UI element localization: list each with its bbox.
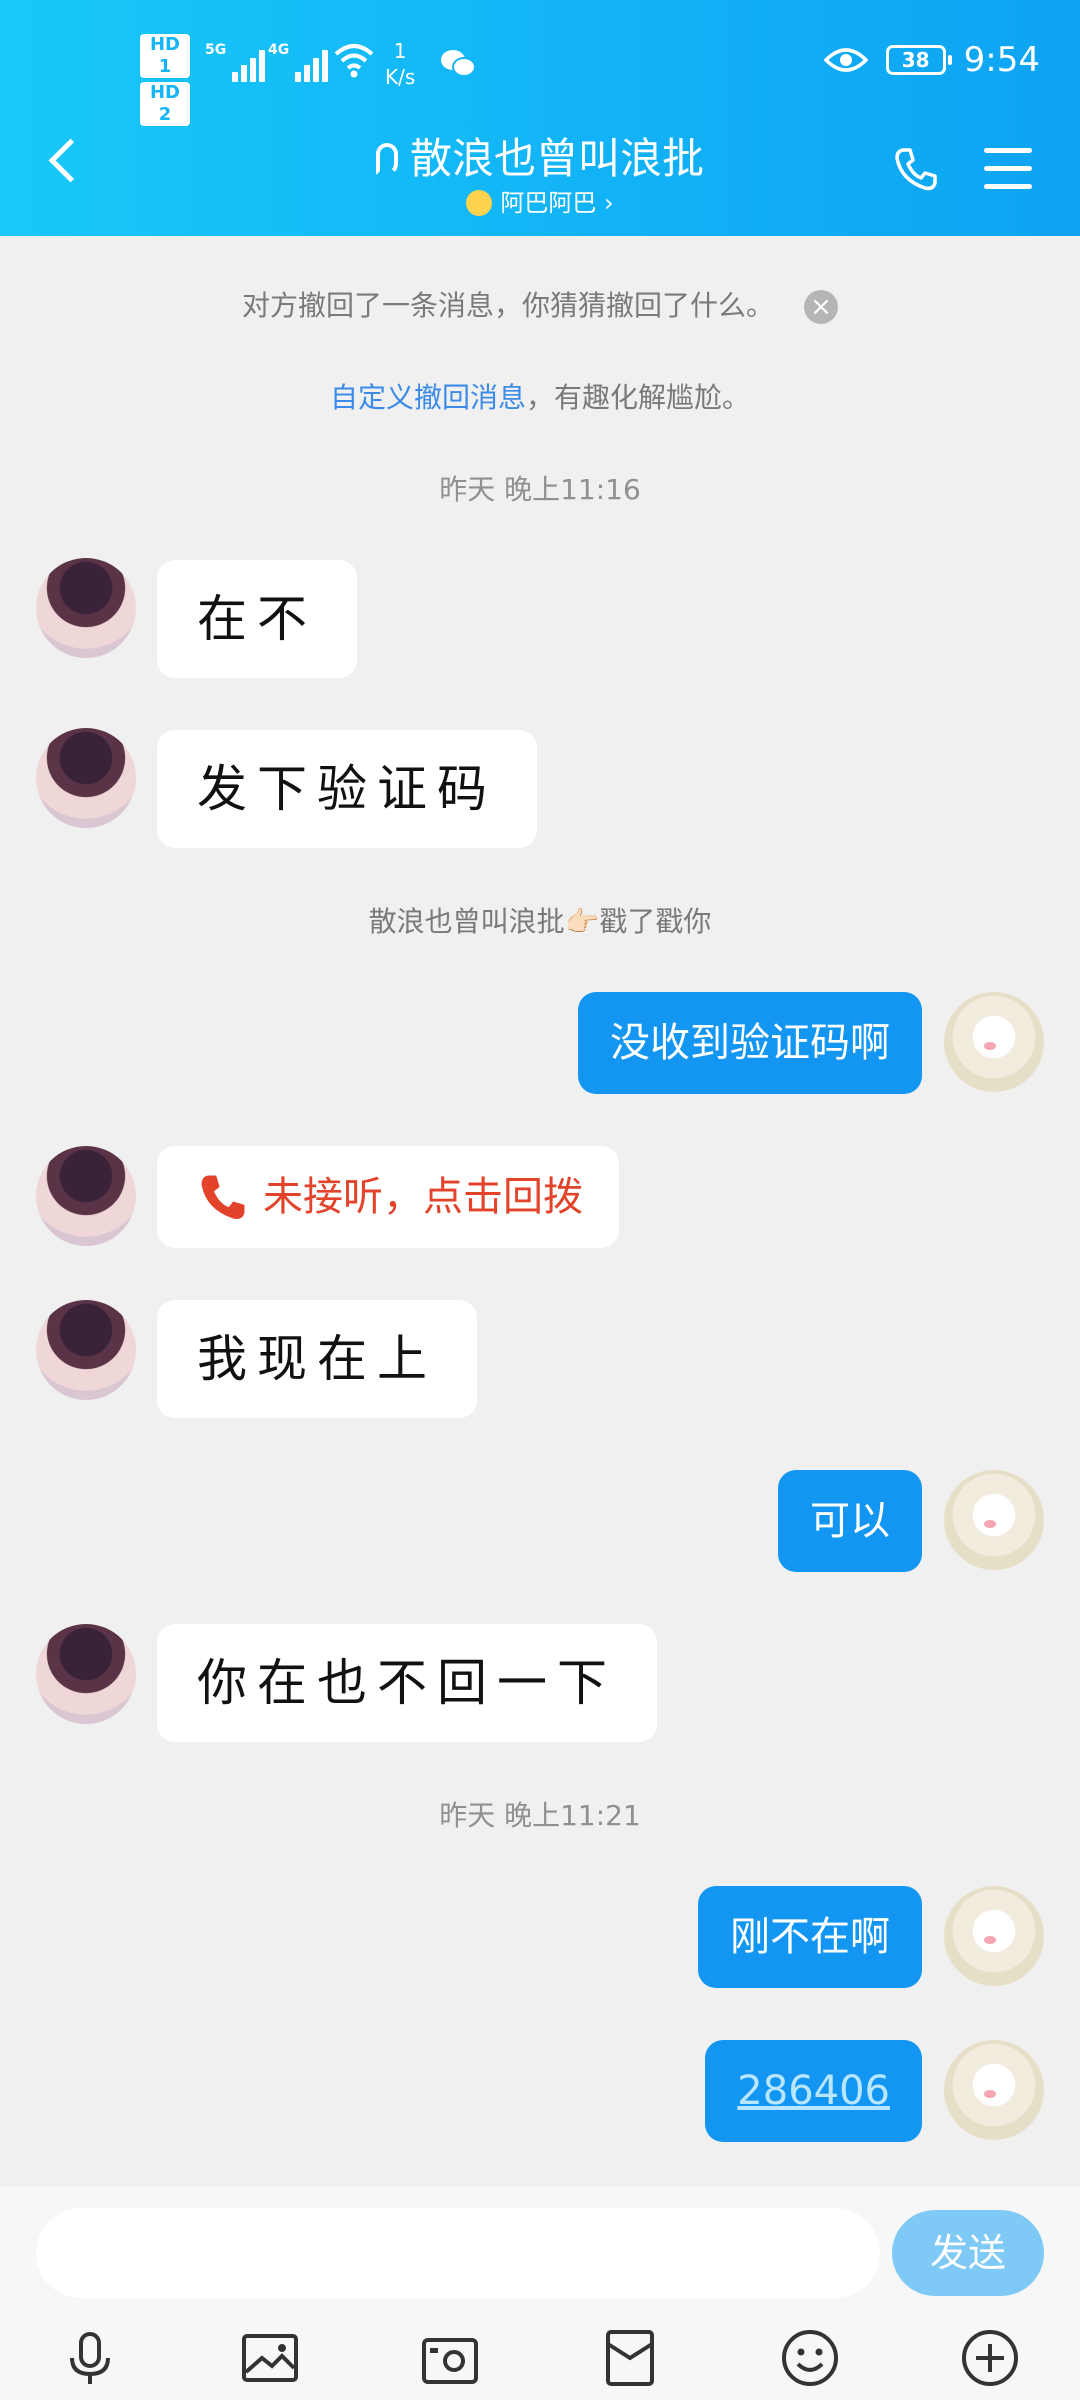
- recall-notice: 对方撤回了一条消息，你猜猜撤回了什么。 ×: [0, 286, 1080, 326]
- emoji-status-icon: [466, 190, 493, 216]
- outgoing-message[interactable]: 286406: [705, 2040, 922, 2142]
- timestamp: 昨天 晚上11:16: [439, 473, 641, 506]
- send-button[interactable]: 发送: [892, 2210, 1044, 2296]
- missed-call-message[interactable]: 未接听，点击回拨: [157, 1146, 619, 1248]
- contact-avatar[interactable]: [36, 728, 136, 828]
- outgoing-message[interactable]: 刚不在啊: [698, 1886, 922, 1988]
- emoji-icon[interactable]: [780, 2328, 840, 2388]
- hd-indicators: HD 1 HD 2: [140, 34, 190, 130]
- phone-call-icon[interactable]: [893, 146, 939, 192]
- user-avatar[interactable]: [944, 1886, 1044, 1986]
- incoming-message[interactable]: 在不: [157, 560, 357, 678]
- clock: 9:54: [963, 40, 1040, 80]
- verification-code-link[interactable]: 286406: [737, 2068, 890, 2114]
- contact-avatar[interactable]: [36, 1624, 136, 1724]
- red-packet-icon[interactable]: [600, 2328, 660, 2388]
- wifi-icon: [334, 44, 374, 78]
- wechat-icon: [441, 50, 476, 77]
- plus-icon[interactable]: [960, 2328, 1020, 2388]
- poke-notice: 散浪也曾叫浪批👉🏻戳了戳你: [368, 905, 712, 938]
- chat-title: 散浪也曾叫浪批: [375, 130, 704, 188]
- user-avatar[interactable]: [944, 992, 1044, 1092]
- signal-4g-icon: 4G: [268, 42, 329, 82]
- status-text: 阿巴阿巴 ›: [500, 189, 614, 217]
- network-speed: 1 K/s: [385, 39, 416, 89]
- signal-5g-icon: 5G: [205, 42, 266, 82]
- chat-area[interactable]: 对方撤回了一条消息，你猜猜撤回了什么。 × 自定义撤回消息，有趣化解尴尬。 昨天 …: [0, 236, 1080, 2186]
- custom-recall-link[interactable]: 自定义撤回消息: [330, 381, 526, 414]
- timestamp: 昨天 晚上11:21: [439, 1799, 641, 1832]
- custom-recall-notice: 自定义撤回消息，有趣化解尴尬。: [329, 381, 751, 414]
- contact-avatar[interactable]: [36, 1300, 136, 1400]
- contact-name: 散浪也曾叫浪批: [409, 134, 704, 183]
- incoming-message[interactable]: 你在也不回一下: [157, 1624, 657, 1742]
- input-bar: 发送: [0, 2186, 1080, 2400]
- status-bar: HD 1 HD 2 5G 4G 1 K/s 38 9:54: [0, 0, 1080, 130]
- status-right: 38 9:54: [823, 40, 1040, 80]
- outgoing-message[interactable]: 可以: [778, 1470, 922, 1572]
- close-icon[interactable]: ×: [804, 290, 838, 324]
- input-toolbar: [0, 2328, 1080, 2388]
- outgoing-message[interactable]: 没收到验证码啊: [578, 992, 922, 1094]
- missed-call-text: 未接听，点击回拨: [263, 1174, 583, 1220]
- camera-icon[interactable]: [420, 2328, 480, 2388]
- incoming-message[interactable]: 发下验证码: [157, 730, 537, 848]
- eye-icon: [823, 48, 868, 72]
- incoming-message[interactable]: 我现在上: [157, 1300, 477, 1418]
- battery-indicator: 38: [885, 45, 952, 75]
- menu-icon[interactable]: [984, 148, 1032, 189]
- image-icon[interactable]: [240, 2328, 300, 2388]
- user-avatar[interactable]: [944, 2040, 1044, 2140]
- contact-avatar[interactable]: [36, 558, 136, 658]
- phone-missed-icon: [201, 1175, 245, 1219]
- hd2-badge: HD 2: [140, 82, 190, 126]
- contact-avatar[interactable]: [36, 1146, 136, 1246]
- microphone-icon[interactable]: [60, 2328, 120, 2388]
- user-avatar[interactable]: [944, 1470, 1044, 1570]
- header: HD 1 HD 2 5G 4G 1 K/s 38 9:54 散浪也曾叫浪批 阿巴…: [0, 0, 1080, 236]
- hd1-badge: HD 1: [140, 34, 190, 78]
- message-input[interactable]: [36, 2208, 880, 2298]
- contact-status[interactable]: 阿巴阿巴 ›: [0, 188, 1080, 218]
- ear-icon: [375, 143, 398, 175]
